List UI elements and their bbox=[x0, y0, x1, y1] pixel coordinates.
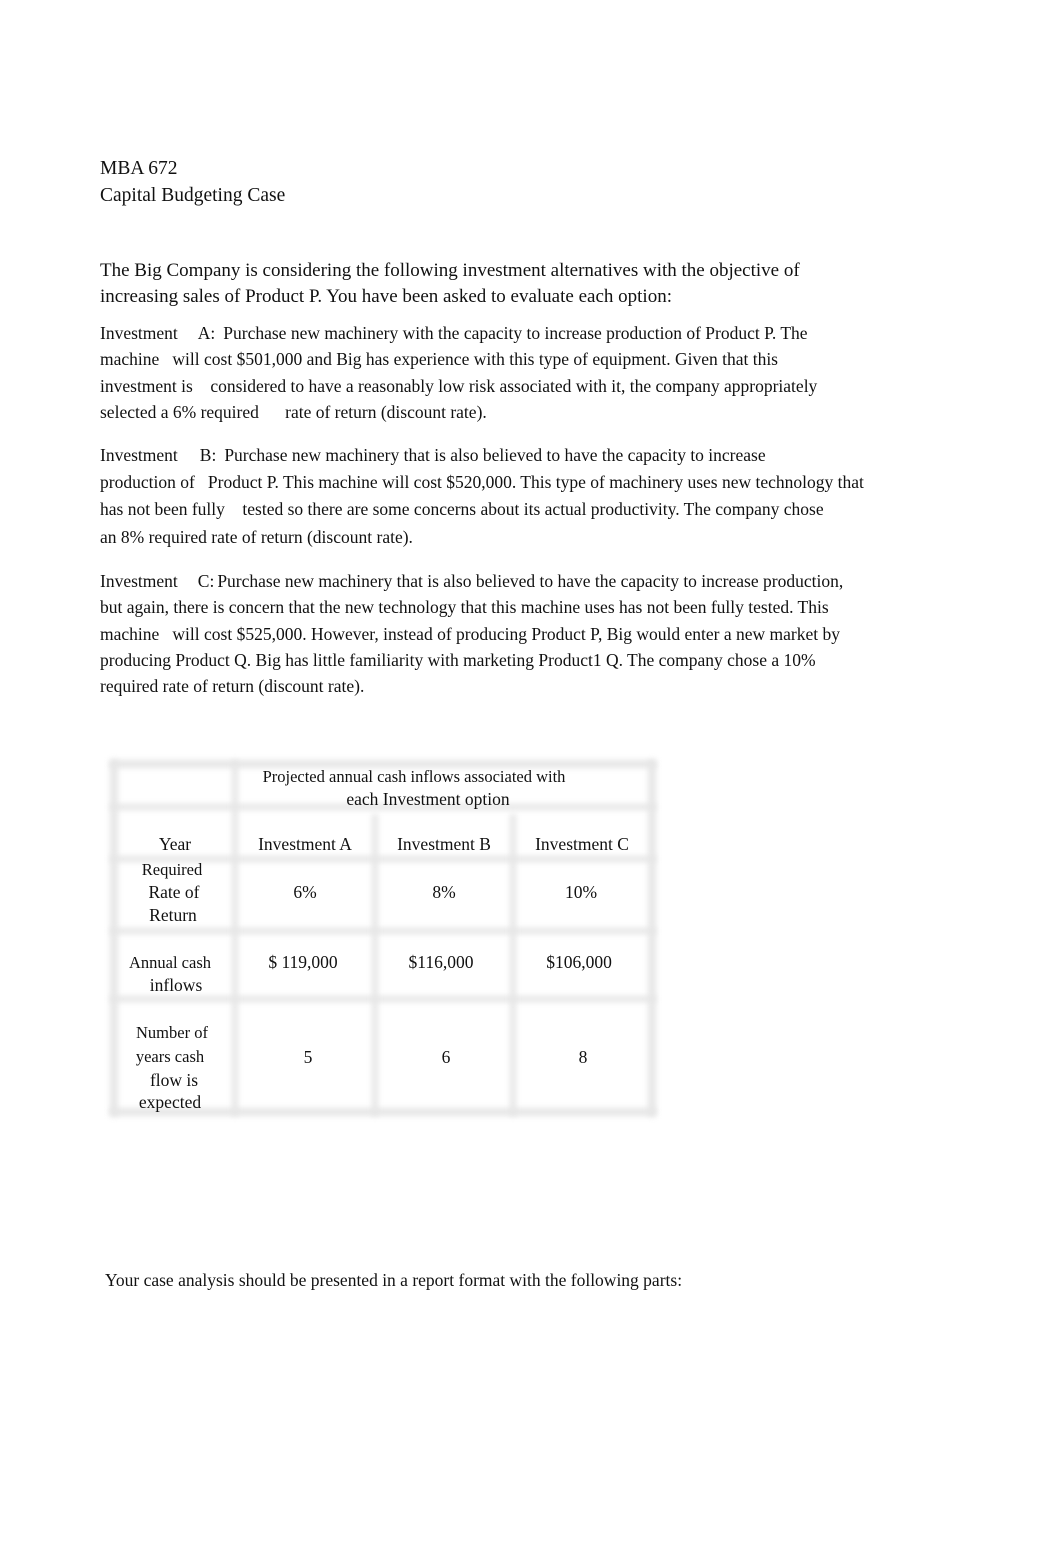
investment-text-line: selected a 6% required rate of return (d… bbox=[100, 402, 487, 422]
table-cell: 8% bbox=[432, 882, 456, 902]
column-header-investment-b: Investment B bbox=[397, 834, 491, 854]
table-cell: 6% bbox=[293, 882, 317, 902]
table-caption-line: Projected annual cash inflows associated… bbox=[262, 767, 566, 786]
investment-text-line: an 8% required rate of return (discount … bbox=[100, 527, 413, 547]
table-cell: $106,000 bbox=[546, 952, 612, 972]
table-cell: $ 119,000 bbox=[268, 952, 338, 972]
investment-c-first-line: Investment C: Purchase new machinery that … bbox=[100, 568, 843, 595]
investment-text-line: Purchase new machinery that is also beli… bbox=[217, 571, 844, 591]
column-header-investment-a: Investment A bbox=[258, 834, 352, 854]
row-label-line: Rate of bbox=[148, 882, 200, 902]
investment-letter: B: bbox=[199, 445, 217, 465]
row-label-line: expected bbox=[138, 1092, 202, 1112]
investment-text-line: machine will cost $501,000 and Big has e… bbox=[100, 349, 778, 369]
table-cell: 5 bbox=[303, 1047, 313, 1067]
investment-letter: A: bbox=[197, 323, 216, 343]
grid-line bbox=[110, 928, 656, 934]
table-cell: $116,000 bbox=[408, 952, 474, 972]
row-label-line: inflows bbox=[149, 975, 203, 995]
investment-a-first-line: Investment A: Purchase new machinery with … bbox=[100, 320, 808, 347]
closing-instruction: Your case analysis should be presented i… bbox=[105, 1270, 683, 1290]
investment-text-line: investment is considered to have a reaso… bbox=[100, 376, 818, 396]
course-code: MBA 672 bbox=[100, 158, 178, 179]
grid-line bbox=[232, 760, 238, 1116]
investment-label: Investment bbox=[100, 445, 178, 465]
table-cell: 10% bbox=[564, 882, 598, 902]
row-label-line: Required bbox=[141, 860, 203, 879]
investment-text-line: production of Product P. This machine wi… bbox=[100, 472, 864, 492]
investment-text-line: producing Product Q. Big has little fami… bbox=[100, 650, 816, 670]
row-label-line: flow is bbox=[149, 1070, 199, 1090]
investment-label: Investment bbox=[100, 571, 178, 591]
table-cell: 8 bbox=[578, 1047, 588, 1067]
table-cell: 6 bbox=[441, 1047, 451, 1067]
column-header-investment-c: Investment C bbox=[535, 834, 629, 854]
investment-text-line: but again, there is concern that the new… bbox=[100, 597, 829, 617]
investment-letter: C: bbox=[197, 571, 215, 591]
row-label-line: Number of bbox=[136, 1023, 208, 1042]
investment-b-first-line: Investment B: Purchase new machinery that … bbox=[100, 442, 766, 469]
intro-line: The Big Company is considering the follo… bbox=[100, 260, 800, 281]
row-label-line: Return bbox=[149, 905, 197, 925]
intro-line: increasing sales of Product P. You have … bbox=[100, 286, 672, 307]
cash-inflows-table: Projected annual cash inflows associated… bbox=[110, 760, 656, 1116]
investment-text-line: Purchase new machinery that is also beli… bbox=[224, 445, 766, 465]
table-caption-line: each Investment option bbox=[346, 789, 510, 809]
row-label-line: Annual cash bbox=[128, 953, 212, 972]
investment-text-line: machine will cost $525,000. However, ins… bbox=[100, 624, 840, 644]
investment-label: Investment bbox=[100, 323, 178, 343]
document-title: Capital Budgeting Case bbox=[100, 185, 286, 206]
column-header-year: Year bbox=[158, 834, 192, 854]
investment-text-line: required rate of return (discount rate). bbox=[100, 676, 365, 696]
investment-text-line: Purchase new machinery with the capacity… bbox=[223, 323, 808, 343]
investment-text-line: has not been fully tested so there are s… bbox=[100, 499, 824, 519]
row-label-line: years cash bbox=[135, 1047, 205, 1066]
